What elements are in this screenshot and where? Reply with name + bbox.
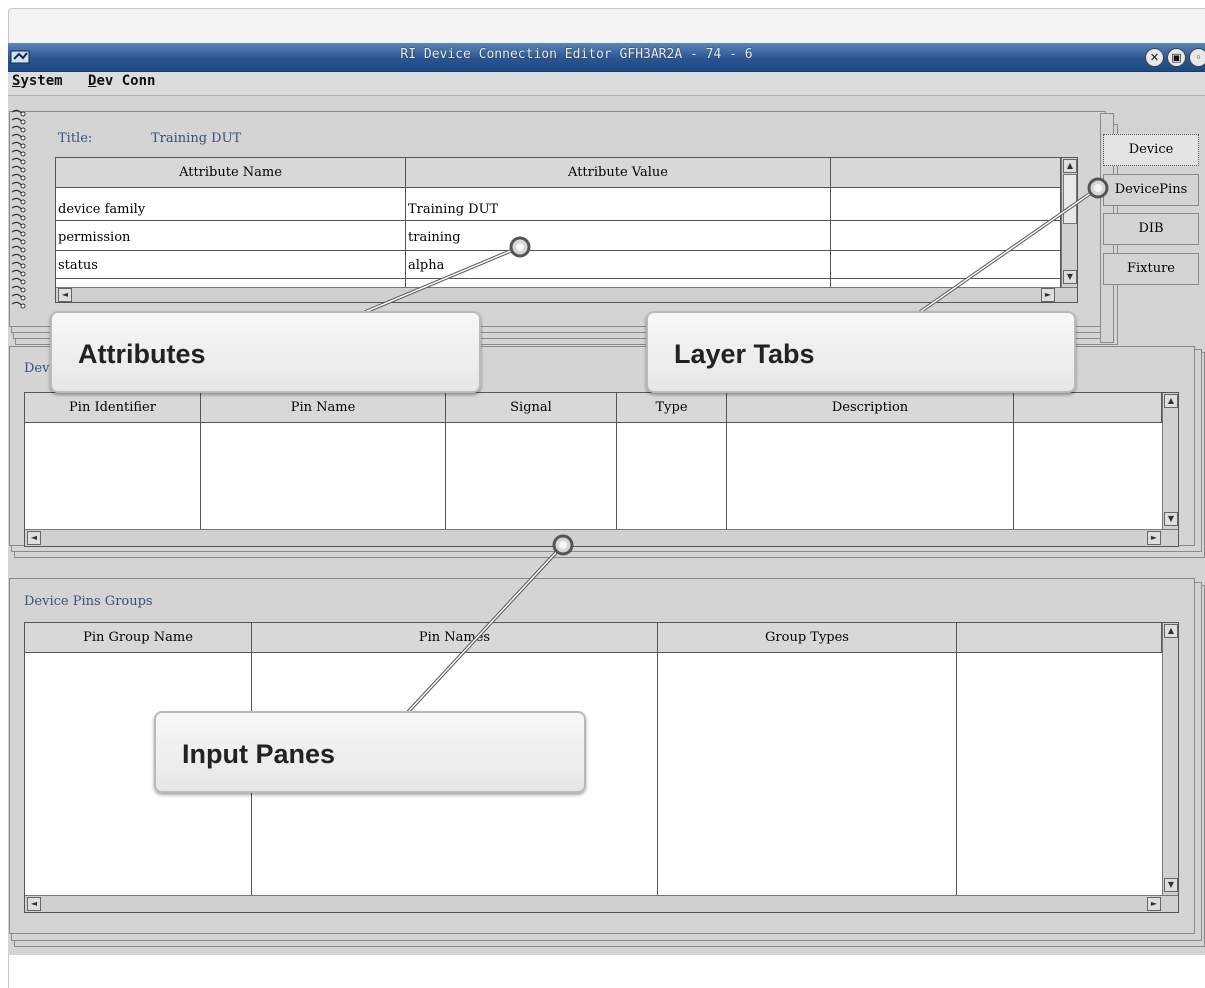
- vertical-scrollbar[interactable]: ▲ ▼: [1061, 158, 1077, 287]
- scroll-left-icon[interactable]: ◄: [58, 288, 72, 302]
- callout-layer-tabs: Layer Tabs: [646, 311, 1076, 393]
- header-extra[interactable]: [957, 623, 1162, 653]
- horizontal-scrollbar[interactable]: ◄ ►: [25, 529, 1178, 546]
- table-cell[interactable]: permission: [56, 224, 130, 251]
- header-extra[interactable]: [1014, 393, 1162, 423]
- row-divider: [56, 278, 1061, 279]
- header-type[interactable]: Type: [617, 393, 727, 423]
- table-cell[interactable]: status: [56, 252, 98, 279]
- scroll-down-icon[interactable]: ▼: [1164, 878, 1178, 892]
- table-cell[interactable]: Training DUT: [406, 196, 498, 223]
- tab-fixture[interactable]: Fixture: [1103, 253, 1199, 285]
- column-divider: [658, 653, 957, 895]
- menu-system[interactable]: System: [12, 73, 63, 89]
- scroll-right-icon[interactable]: ►: [1041, 288, 1055, 302]
- vertical-scrollbar[interactable]: ▲ ▼: [1162, 623, 1178, 895]
- pin-groups-label: Device Pins Groups: [24, 594, 153, 609]
- device-pins-table[interactable]: Pin Identifier Pin Name Signal Type Desc…: [24, 392, 1179, 547]
- maximize-button[interactable]: ▣: [1167, 48, 1186, 67]
- scroll-left-icon[interactable]: ◄: [27, 897, 41, 911]
- minimize-button[interactable]: ◦: [1189, 48, 1205, 67]
- scroll-down-icon[interactable]: ▼: [1063, 270, 1077, 284]
- column-divider: [201, 423, 446, 529]
- header-pin-identifier[interactable]: Pin Identifier: [25, 393, 201, 423]
- callout-attributes: Attributes: [50, 311, 481, 393]
- callout-layer-tabs-text: Layer Tabs: [674, 339, 815, 369]
- header-pin-group-name[interactable]: Pin Group Name: [25, 623, 252, 653]
- header-description[interactable]: Description: [727, 393, 1014, 423]
- scroll-right-icon[interactable]: ►: [1147, 531, 1161, 545]
- tab-device[interactable]: Device: [1103, 134, 1199, 166]
- header-pin-name[interactable]: Pin Name: [201, 393, 446, 423]
- callout-attributes-text: Attributes: [78, 339, 206, 369]
- row-divider: [56, 250, 1061, 251]
- title-label: Title:: [58, 131, 93, 146]
- vertical-scrollbar[interactable]: ▲ ▼: [1162, 393, 1178, 529]
- callout-input-panes: Input Panes: [154, 711, 586, 793]
- window-title: RI Device Connection Editor GFH3AR2A - 7…: [400, 47, 753, 62]
- table-cell[interactable]: device family: [56, 196, 145, 223]
- device-pins-label: Dev: [24, 361, 50, 376]
- title-value: Training DUT: [151, 131, 242, 146]
- header-attribute-name[interactable]: Attribute Name: [56, 158, 406, 188]
- row-divider: [56, 220, 1061, 221]
- column-divider: [617, 423, 727, 529]
- menu-bar: System Dev Conn: [8, 72, 1205, 96]
- scroll-right-icon[interactable]: ►: [1147, 897, 1161, 911]
- attributes-table[interactable]: Attribute Name Attribute Value device fa…: [55, 157, 1078, 303]
- bottom-margin: [9, 955, 1205, 988]
- horizontal-scrollbar[interactable]: ◄ ►: [25, 895, 1178, 912]
- tab-devicepins[interactable]: DevicePins: [1103, 174, 1199, 206]
- column-divider: [831, 188, 1061, 288]
- table-cell[interactable]: training: [406, 224, 461, 251]
- close-button[interactable]: ✕: [1145, 48, 1164, 67]
- scroll-up-icon[interactable]: ▲: [1164, 394, 1178, 408]
- window-titlebar[interactable]: RI Device Connection Editor GFH3AR2A - 7…: [8, 43, 1205, 72]
- column-divider: [446, 423, 617, 529]
- header-extra[interactable]: [831, 158, 1061, 188]
- column-divider: [25, 423, 201, 529]
- scroll-up-icon[interactable]: ▲: [1164, 624, 1178, 638]
- scroll-thumb[interactable]: [1063, 174, 1077, 224]
- header-signal[interactable]: Signal: [446, 393, 617, 423]
- header-group-types[interactable]: Group Types: [658, 623, 957, 653]
- scroll-up-icon[interactable]: ▲: [1063, 159, 1077, 173]
- header-attribute-value[interactable]: Attribute Value: [406, 158, 831, 188]
- scroll-left-icon[interactable]: ◄: [27, 531, 41, 545]
- tab-dib[interactable]: DIB: [1103, 213, 1199, 245]
- header-pin-names[interactable]: Pin Names: [252, 623, 658, 653]
- callout-input-panes-text: Input Panes: [182, 739, 336, 769]
- spiral-binding-icon: [11, 109, 26, 309]
- horizontal-scrollbar[interactable]: ◄ ►: [56, 287, 1077, 302]
- scroll-down-icon[interactable]: ▼: [1164, 512, 1178, 526]
- table-cell[interactable]: alpha: [406, 252, 444, 279]
- column-divider: [727, 423, 1014, 529]
- menu-dev-conn[interactable]: Dev Conn: [88, 73, 155, 89]
